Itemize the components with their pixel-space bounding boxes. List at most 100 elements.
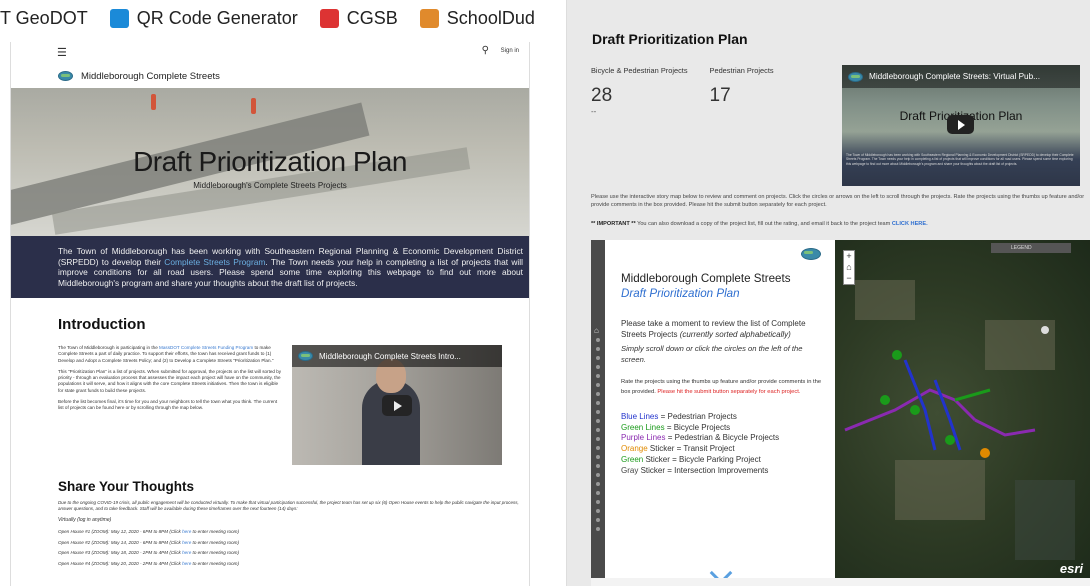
qr-icon	[109, 9, 129, 28]
video-title[interactable]: Middleborough Complete Streets: Virtual …	[869, 72, 1040, 81]
story-paragraph: Simply scroll down or click the circles …	[621, 344, 803, 364]
important-label: ** IMPORTANT **	[591, 221, 636, 227]
zoom-controls[interactable]: + ⌂ −	[843, 250, 855, 285]
bookmark-2[interactable]: CGSB	[319, 8, 398, 29]
story-nav-dot[interactable]	[596, 500, 600, 504]
screenshot: T GeoDOT QR Code Generator CGSB SchoolDude M…	[0, 0, 1090, 586]
srpedd-logo-icon	[801, 248, 821, 260]
play-icon[interactable]	[382, 395, 412, 416]
home-icon[interactable]: ⌂	[594, 326, 599, 335]
story-nav-dot[interactable]	[596, 482, 600, 486]
story-nav-dot[interactable]	[596, 356, 600, 360]
search-icon[interactable]: ⚲	[482, 45, 489, 56]
signin-link[interactable]: Sign in	[501, 48, 519, 54]
massdot-link[interactable]: MassDOT Complete Streets Funding Program	[159, 345, 253, 350]
virtually-label: Virtually (log in anytime)	[58, 517, 112, 523]
intro-paragraph: Before the list becomes final, it's time…	[58, 399, 278, 411]
story-nav-dot[interactable]	[596, 365, 600, 369]
story-nav-dot[interactable]	[596, 374, 600, 378]
introduction-section: Introduction The Town of Middleborough i…	[11, 298, 529, 465]
stats-panel: Bicycle & Pedestrian Projects 28 -- Pedestr…	[591, 66, 774, 116]
complete-streets-link[interactable]: Complete Streets Program	[164, 257, 265, 267]
share-lead: Due to the ongoing COVID-19 crisis, all …	[58, 500, 519, 511]
legend-button[interactable]: LEGEND	[991, 243, 1071, 253]
stat-indicator: Bicycle & Pedestrian Projects 28 --	[591, 66, 688, 116]
story-map: ⌂ Middleborough Complete Streets Draft P…	[591, 240, 1090, 586]
story-nav-dot[interactable]	[596, 455, 600, 459]
hamburger-icon[interactable]: ☰	[57, 46, 67, 59]
meeting-link[interactable]: here	[182, 550, 191, 555]
legend-item: Orange Sticker = Transit Project	[621, 444, 735, 454]
meeting-link[interactable]: here	[182, 561, 191, 566]
introduction-heading: Introduction	[58, 316, 146, 333]
virtual-video[interactable]: Middleborough Complete Streets: Virtual …	[842, 65, 1080, 186]
bookmark-1[interactable]: QR Code Generator	[109, 8, 298, 29]
channel-logo-icon	[298, 351, 313, 361]
intro-paragraph: This "Prioritization Plan" is a list of …	[58, 368, 282, 393]
story-nav-dot[interactable]	[596, 464, 600, 468]
bookmark-label: T GeoDOT	[0, 8, 88, 28]
bookmarks-bar: T GeoDOTQR Code GeneratorCGSBSchoolDudeM	[0, 0, 535, 37]
right-page: Draft Prioritization Plan Bicycle & Pede…	[566, 0, 1090, 586]
stat-indicator: Pedestrian Projects 17	[710, 66, 774, 116]
story-nav-dot[interactable]	[596, 509, 600, 513]
satellite-map[interactable]: +⌂− LEGEND USDA FSA, GeoEye, Earthstar G…	[835, 240, 1090, 586]
story-nav-dot[interactable]	[596, 419, 600, 423]
bottom-bar	[591, 578, 1090, 586]
srpedd-logo-icon	[58, 71, 73, 81]
legend-item: Green Lines = Bicycle Projects	[621, 422, 731, 432]
project-lines[interactable]	[835, 240, 1090, 586]
story-nav-dot[interactable]	[596, 527, 600, 531]
site-header: Middleborough Complete Streets	[11, 64, 529, 88]
stat-value: 28	[591, 85, 613, 106]
download-link[interactable]: CLICK HERE.	[892, 221, 928, 227]
story-nav-dot[interactable]	[596, 518, 600, 522]
story-nav-dot[interactable]	[596, 491, 600, 495]
intro-band: The Town of Middleborough has been worki…	[11, 236, 529, 298]
cone-image	[151, 94, 156, 110]
site-name[interactable]: Middleborough Complete Streets	[81, 71, 220, 82]
legend-item: Green Sticker = Bicycle Parking Project	[621, 455, 761, 464]
meeting-link[interactable]: here	[182, 529, 191, 534]
story-paragraph: Please take a moment to review the list …	[621, 319, 806, 339]
story-nav-dot[interactable]	[596, 338, 600, 342]
esri-logo: esri	[1059, 561, 1083, 576]
story-panel: Middleborough Complete Streets Draft Pri…	[605, 240, 835, 586]
story-nav-dot[interactable]	[596, 392, 600, 396]
story-nav-dot[interactable]	[596, 347, 600, 351]
stat-value: 17	[709, 85, 731, 106]
story-nav-dot[interactable]	[596, 401, 600, 405]
video-title[interactable]: Middleborough Complete Streets Intro...	[319, 352, 461, 361]
legend-list: Blue Lines = Pedestrian Projects Green Li…	[621, 412, 823, 477]
story-nav-dot[interactable]	[596, 428, 600, 432]
important-text: You can also download a copy of the proj…	[635, 221, 892, 227]
stat-label: Pedestrian Projects	[709, 66, 774, 75]
bookmark-0[interactable]: T GeoDOT	[0, 8, 88, 29]
schooldude-icon	[419, 9, 439, 28]
story-nav-dot[interactable]	[596, 473, 600, 477]
play-icon[interactable]	[947, 115, 974, 134]
legend-item: Blue Lines = Pedestrian Projects	[621, 411, 737, 421]
open-house-item: Open House #2 (ZOOM): May 14, 2020 - 6PM…	[58, 539, 240, 545]
hero-title: Draft Prioritization Plan	[133, 146, 407, 177]
bookmark-label: QR Code Generator	[136, 8, 298, 28]
share-heading: Share Your Thoughts	[58, 479, 195, 494]
meeting-link[interactable]: here	[182, 540, 191, 545]
instructions: Please use the interactive story map bel…	[591, 194, 1085, 208]
share-section: Share Your Thoughts Due to the ongoing C…	[11, 465, 529, 569]
story-nav-dot[interactable]	[596, 446, 600, 450]
story-nav-dot[interactable]	[596, 437, 600, 441]
legend-item: Purple Lines = Pedestrian & Bicycle Proj…	[621, 433, 780, 443]
story-nav-dot[interactable]	[596, 410, 600, 414]
cgsb-icon	[319, 9, 339, 28]
submit-note-link[interactable]: Please hit the submit button separately …	[657, 389, 800, 395]
hero-banner: Draft Prioritization Plan Middleborough'…	[11, 88, 529, 236]
story-nav-rail[interactable]: ⌂	[591, 240, 605, 586]
story-subtitle: Draft Prioritization Plan	[621, 287, 740, 300]
bookmark-3[interactable]: SchoolDude	[419, 8, 535, 29]
legend-item: Gray Sticker = Intersection Improvements	[621, 465, 769, 475]
intro-video[interactable]: Middleborough Complete Streets Intro...	[292, 345, 502, 465]
open-house-item: Open House #4 (ZOOM): May 20, 2020 - 2PM…	[58, 560, 240, 566]
story-nav-dot[interactable]	[596, 383, 600, 387]
left-page: ☰ ⚲ Sign in Middleborough Complete Stree…	[10, 42, 530, 586]
